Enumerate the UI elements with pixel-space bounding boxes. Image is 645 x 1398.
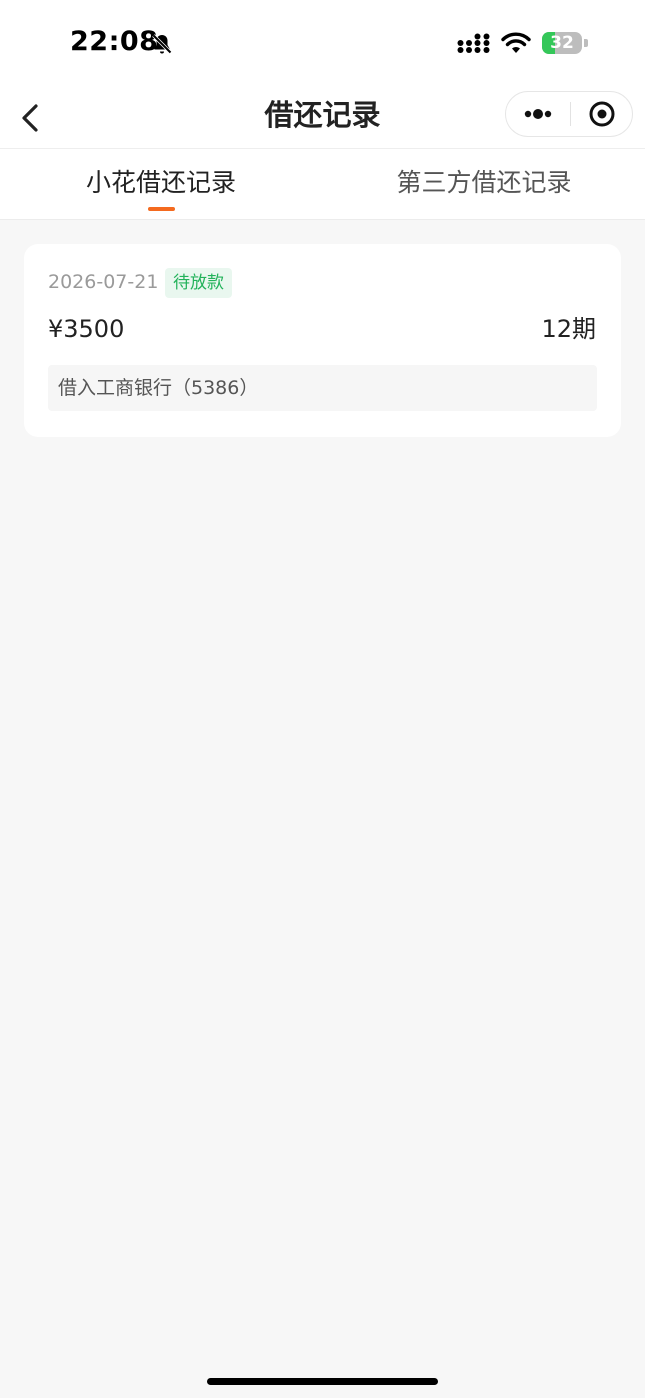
battery-cap xyxy=(584,39,588,47)
back-button[interactable] xyxy=(12,94,52,142)
active-tab-indicator xyxy=(148,207,175,211)
status-time: 22:08 xyxy=(70,26,159,57)
home-indicator xyxy=(207,1378,438,1385)
loan-amount: ¥3500 xyxy=(48,315,125,343)
wifi-icon xyxy=(501,32,531,53)
target-close-icon[interactable] xyxy=(571,92,633,136)
status-bar: 22:08 32 xyxy=(0,0,645,88)
record-tabs: 小花借还记录 第三方借还记录 xyxy=(0,148,645,220)
bank-info-text: 借入工商银行（5386） xyxy=(58,377,259,399)
status-badge: 待放款 xyxy=(165,268,232,298)
battery-level: 32 xyxy=(550,33,574,53)
mini-program-capsule xyxy=(505,91,633,137)
loan-periods: 12期 xyxy=(541,315,596,343)
bell-off-icon xyxy=(152,34,172,54)
screen: 22:08 32 借还记录 小花借还记录 第三方借还记录 2026-07-21 … xyxy=(0,0,645,1398)
more-dots-icon[interactable] xyxy=(506,92,570,136)
nav-bar: 借还记录 xyxy=(0,88,645,148)
tab-third-party-records[interactable]: 第三方借还记录 xyxy=(323,149,645,219)
battery-icon: 32 xyxy=(542,32,582,54)
loan-record-card[interactable]: 2026-07-21 待放款 ¥3500 12期 借入工商银行（5386） xyxy=(24,244,621,437)
record-date: 2026-07-21 xyxy=(48,271,159,293)
signal-icon xyxy=(457,33,490,53)
bank-info-box: 借入工商银行（5386） xyxy=(48,365,597,411)
